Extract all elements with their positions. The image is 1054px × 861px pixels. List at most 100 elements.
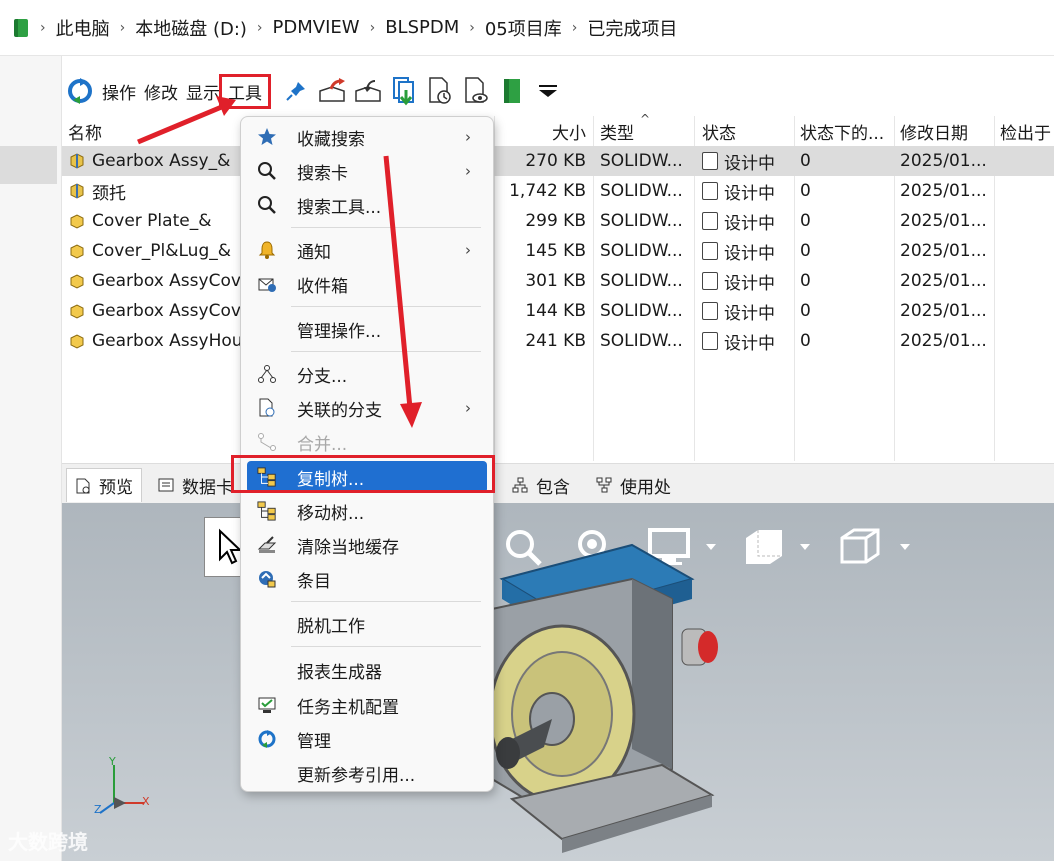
breadcrumb-item[interactable]: 05项目库 [485, 15, 562, 41]
section-view-icon[interactable] [838, 517, 914, 577]
file-type: SOLIDW... [600, 271, 683, 291]
breadcrumb-item[interactable]: PDMVIEW [273, 17, 360, 38]
tab-preview[interactable]: 预览 [66, 468, 142, 502]
pdm-toolbar: 操作 修改 显示 工具 [62, 66, 1054, 116]
menu-item-entry[interactable]: 条目 [247, 563, 487, 595]
pin-icon[interactable] [278, 74, 314, 108]
search-icon [257, 195, 277, 215]
file-state-count: 0 [800, 301, 811, 321]
workflow-state-icon [702, 242, 718, 260]
breadcrumb-item-current[interactable]: 已完成项目 [587, 15, 677, 41]
breadcrumb-item[interactable]: BLSPDM [385, 17, 459, 38]
file-name: 颈托 [92, 183, 126, 204]
submenu-arrow-icon: › [465, 241, 471, 259]
column-header-checked-out-by[interactable]: 检出于 [1000, 116, 1054, 146]
axis-label-z: Z [94, 803, 102, 816]
menu-item-linked-branch[interactable]: 关联的分支 › [247, 392, 487, 424]
menu-item-clear-local-cache[interactable]: 清除当地缓存 [247, 529, 487, 561]
menu-item-merge[interactable]: 合并... [247, 426, 487, 458]
assembly-file-icon [68, 152, 86, 170]
green-book-icon[interactable] [494, 74, 530, 108]
file-type: SOLIDW... [600, 301, 683, 321]
menu-item-task-host-config[interactable]: 任务主机配置 [247, 689, 487, 721]
breadcrumb: › 此电脑 › 本地磁盘 (D:) › PDMVIEW › BLSPDM › 0… [0, 0, 1054, 56]
menu-item-move-tree[interactable]: 移动树... [247, 495, 487, 527]
table-row[interactable]: Gearbox AssyCov 144 KB SOLIDW... 设计中 0 2… [62, 296, 1054, 326]
menu-item-notification[interactable]: 通知 › [247, 234, 487, 266]
tab-where-used[interactable]: 使用处 [588, 468, 679, 502]
file-state: 设计中 [724, 213, 775, 234]
file-name: Gearbox Assy_& [92, 151, 231, 171]
check-in-icon[interactable] [350, 74, 386, 108]
table-row[interactable]: Cover Plate_& 299 KB SOLIDW... 设计中 0 202… [62, 206, 1054, 236]
file-name: Gearbox AssyHou [92, 331, 243, 351]
workflow-state-icon [702, 152, 718, 170]
file-state: 设计中 [724, 303, 775, 324]
column-header-type[interactable]: 类型 [600, 116, 692, 146]
menu-operation[interactable]: 操作 [98, 79, 140, 104]
workflow-state-icon [702, 332, 718, 350]
menu-item-administration[interactable]: 管理 [247, 723, 487, 755]
breadcrumb-item[interactable]: 此电脑 [56, 15, 110, 41]
clear-cache-icon [257, 535, 277, 555]
preview-doc-icon[interactable] [458, 74, 494, 108]
column-header-modified-date[interactable]: 修改日期 [900, 116, 994, 146]
submenu-arrow-icon: › [465, 399, 471, 417]
submenu-arrow-icon: › [465, 162, 471, 180]
workflow-state-icon [702, 182, 718, 200]
file-state-count: 0 [800, 151, 811, 171]
file-size: 270 KB [525, 151, 586, 171]
menu-item-search-tool[interactable]: 搜索工具... [247, 189, 487, 221]
file-size: 299 KB [525, 211, 586, 231]
navigation-pane-selected-item[interactable] [0, 146, 57, 184]
menu-item-search-card[interactable]: 搜索卡 › [247, 155, 487, 187]
column-header-size[interactable]: 大小 [502, 116, 586, 146]
chevron-right-icon: › [119, 19, 126, 36]
menu-display[interactable]: 显示 [182, 79, 224, 104]
table-row[interactable]: Gearbox Assy_& 270 KB SOLIDW... 设计中 0 20… [62, 146, 1054, 176]
menu-item-work-offline[interactable]: 脱机工作 [247, 608, 487, 640]
history-icon[interactable] [422, 74, 458, 108]
view-orientation-icon[interactable] [742, 517, 812, 577]
menu-modify[interactable]: 修改 [140, 79, 182, 104]
search-icon [257, 161, 277, 181]
column-header-state[interactable]: 状态 [702, 116, 797, 146]
file-size: 301 KB [525, 271, 586, 291]
file-type: SOLIDW... [600, 151, 683, 171]
column-header-time-in-state[interactable]: 状态下的... [800, 116, 895, 146]
gearbox-3d-model[interactable] [482, 539, 722, 861]
file-state: 设计中 [724, 243, 775, 264]
file-modified-date: 2025/01... [900, 241, 987, 261]
workflow-state-icon [702, 212, 718, 230]
tab-data-card[interactable]: 数据卡 [150, 468, 241, 502]
preview-icon [75, 478, 91, 494]
column-header-row: 名称 大小 ^ 类型 状态 状态下的... 修改日期 检出于 [62, 112, 1054, 146]
where-used-icon [596, 477, 612, 493]
menu-item-report-generator[interactable]: 报表生成器 [247, 654, 487, 686]
part-file-icon [68, 242, 86, 260]
menu-item-update-references[interactable]: 更新参考引用... [247, 757, 487, 789]
assembly-file-icon [68, 182, 86, 200]
table-row[interactable]: Cover_Pl&Lug_& 145 KB SOLIDW... 设计中 0 20… [62, 236, 1054, 266]
refresh-icon[interactable] [62, 74, 98, 108]
menu-separator [291, 646, 481, 647]
breadcrumb-item[interactable]: 本地磁盘 (D:) [135, 15, 247, 41]
workflow-state-icon [702, 302, 718, 320]
menu-item-favorite-search[interactable]: 收藏搜索 › [247, 121, 487, 153]
menu-tools[interactable]: 工具 [219, 73, 271, 109]
tools-dropdown-menu: 收藏搜索 › 搜索卡 › 搜索工具... 通知 › 收件箱 管理操作... 分支… [240, 116, 494, 792]
table-row[interactable]: Gearbox AssyHou 241 KB SOLIDW... 设计中 0 2… [62, 326, 1054, 356]
chevron-right-icon: › [571, 19, 578, 36]
preview-pane[interactable]: Y X Z [62, 503, 1054, 861]
check-out-icon[interactable] [314, 74, 350, 108]
dropdown-triangle-icon[interactable] [530, 74, 566, 108]
table-row[interactable]: 颈托 1,742 KB SOLIDW... 设计中 0 2025/01... [62, 176, 1054, 206]
file-name: Cover Plate_& [92, 211, 212, 231]
menu-item-branch[interactable]: 分支... [247, 358, 487, 390]
menu-item-inbox[interactable]: 收件箱 [247, 268, 487, 300]
tab-contains[interactable]: 包含 [504, 468, 578, 502]
table-row[interactable]: Gearbox AssyCov 301 KB SOLIDW... 设计中 0 2… [62, 266, 1054, 296]
file-size: 144 KB [525, 301, 586, 321]
menu-item-manage-actions[interactable]: 管理操作... [247, 313, 487, 345]
get-latest-icon[interactable] [386, 74, 422, 108]
